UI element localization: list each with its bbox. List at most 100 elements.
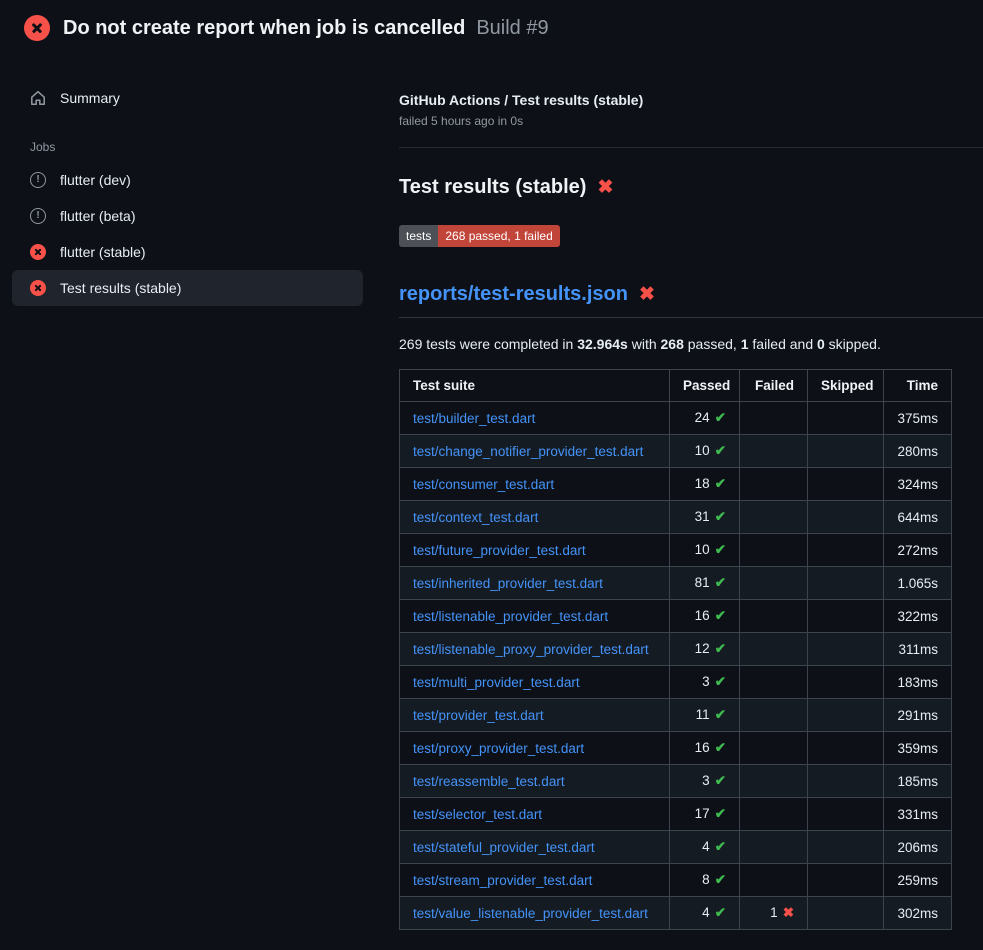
summary-passed: 268 xyxy=(661,336,684,352)
skipped-cell xyxy=(808,567,884,600)
suite-link[interactable]: test/change_notifier_provider_test.dart xyxy=(413,444,643,459)
table-row: test/value_listenable_provider_test.dart… xyxy=(400,897,952,930)
time-cell: 302ms xyxy=(884,897,952,930)
sidebar-item-flutter-beta[interactable]: ! flutter (beta) xyxy=(12,198,363,234)
failed-status-icon xyxy=(30,244,46,260)
build-number: Build #9 xyxy=(476,17,548,40)
job-label: flutter (stable) xyxy=(60,244,146,260)
warning-icon: ! xyxy=(30,172,46,188)
suite-cell: test/stateful_provider_test.dart xyxy=(400,831,670,864)
check-icon: ✔ xyxy=(715,740,726,755)
skipped-cell xyxy=(808,897,884,930)
skipped-cell xyxy=(808,534,884,567)
page-title: Do not create report when job is cancell… xyxy=(63,17,465,40)
suite-link[interactable]: test/future_provider_test.dart xyxy=(413,543,586,558)
suite-cell: test/proxy_provider_test.dart xyxy=(400,732,670,765)
sidebar-item-flutter-dev[interactable]: ! flutter (dev) xyxy=(12,162,363,198)
failed-cross-icon: ✖ xyxy=(597,178,613,197)
time-cell: 259ms xyxy=(884,864,952,897)
suite-link[interactable]: test/multi_provider_test.dart xyxy=(413,675,580,690)
skipped-cell xyxy=(808,501,884,534)
home-icon xyxy=(30,90,46,106)
passed-cell: 8✔ xyxy=(670,864,740,897)
table-row: test/stateful_provider_test.dart4✔206ms xyxy=(400,831,952,864)
skipped-cell xyxy=(808,864,884,897)
table-row: test/context_test.dart 31✔ 644ms xyxy=(400,501,952,534)
suite-link[interactable]: test/context_test.dart xyxy=(413,510,538,525)
time-cell: 1.065s xyxy=(884,567,952,600)
passed-cell: 10✔ xyxy=(670,435,740,468)
time-cell: 644ms xyxy=(884,501,952,534)
suite-link[interactable]: test/reassemble_test.dart xyxy=(413,774,565,789)
check-icon: ✔ xyxy=(715,905,726,920)
summary-duration: 32.964s xyxy=(577,336,628,352)
table-header-row: Test suite Passed Failed Skipped Time xyxy=(400,370,952,402)
jobs-section-label: Jobs xyxy=(12,116,363,162)
header-failed: Failed xyxy=(740,370,808,402)
header-time: Time xyxy=(884,370,952,402)
time-cell: 183ms xyxy=(884,666,952,699)
divider xyxy=(399,147,983,148)
check-icon: ✔ xyxy=(715,575,726,590)
failed-cell xyxy=(740,600,808,633)
test-results-table: Test suite Passed Failed Skipped Time te… xyxy=(399,369,952,930)
suite-cell: test/selector_test.dart xyxy=(400,798,670,831)
sidebar-item-test-results-stable[interactable]: Test results (stable) xyxy=(12,270,363,306)
time-cell: 311ms xyxy=(884,633,952,666)
skipped-cell xyxy=(808,666,884,699)
suite-link[interactable]: test/provider_test.dart xyxy=(413,708,544,723)
suite-cell: test/context_test.dart xyxy=(400,501,670,534)
time-cell: 322ms xyxy=(884,600,952,633)
skipped-cell xyxy=(808,600,884,633)
passed-cell: 17✔ xyxy=(670,798,740,831)
failed-cell xyxy=(740,501,808,534)
sidebar-summary-label: Summary xyxy=(60,90,120,106)
suite-cell: test/reassemble_test.dart xyxy=(400,765,670,798)
summary-skipped: 0 xyxy=(817,336,825,352)
sidebar-item-summary[interactable]: Summary xyxy=(12,80,363,116)
suite-link[interactable]: test/consumer_test.dart xyxy=(413,477,554,492)
suite-cell: test/stream_provider_test.dart xyxy=(400,864,670,897)
header-skipped: Skipped xyxy=(808,370,884,402)
failed-cell xyxy=(740,402,808,435)
suite-link[interactable]: test/listenable_provider_test.dart xyxy=(413,609,608,624)
suite-link[interactable]: test/stateful_provider_test.dart xyxy=(413,840,595,855)
time-cell: 280ms xyxy=(884,435,952,468)
failed-cross-icon: ✖ xyxy=(639,285,655,304)
suite-link[interactable]: test/inherited_provider_test.dart xyxy=(413,576,603,591)
suite-cell: test/value_listenable_provider_test.dart xyxy=(400,897,670,930)
skipped-cell xyxy=(808,831,884,864)
passed-cell: 3✔ xyxy=(670,765,740,798)
table-row: test/selector_test.dart 17✔ 331ms xyxy=(400,798,952,831)
passed-cell: 3✔ xyxy=(670,666,740,699)
sidebar-item-flutter-stable[interactable]: flutter (stable) xyxy=(12,234,363,270)
time-cell: 331ms xyxy=(884,798,952,831)
time-cell: 272ms xyxy=(884,534,952,567)
suite-link[interactable]: test/stream_provider_test.dart xyxy=(413,873,592,888)
failed-cell xyxy=(740,765,808,798)
skipped-cell xyxy=(808,402,884,435)
table-row: test/inherited_provider_test.dart81✔1.06… xyxy=(400,567,952,600)
suite-cell: test/builder_test.dart xyxy=(400,402,670,435)
suite-cell: test/listenable_proxy_provider_test.dart xyxy=(400,633,670,666)
suite-link[interactable]: test/builder_test.dart xyxy=(413,411,535,426)
passed-cell: 31✔ xyxy=(670,501,740,534)
check-icon: ✔ xyxy=(715,674,726,689)
report-heading: reports/test-results.json ✖ xyxy=(399,283,983,318)
check-icon: ✔ xyxy=(715,839,726,854)
check-icon: ✔ xyxy=(715,773,726,788)
time-cell: 185ms xyxy=(884,765,952,798)
passed-cell: 10✔ xyxy=(670,534,740,567)
report-file-link[interactable]: reports/test-results.json xyxy=(399,283,628,306)
suite-link[interactable]: test/value_listenable_provider_test.dart xyxy=(413,906,648,921)
suite-link[interactable]: test/selector_test.dart xyxy=(413,807,542,822)
table-row: test/change_notifier_provider_test.dart 1… xyxy=(400,435,952,468)
job-label: flutter (beta) xyxy=(60,208,135,224)
table-row: test/future_provider_test.dart 10✔ 272ms xyxy=(400,534,952,567)
suite-link[interactable]: test/listenable_proxy_provider_test.dart xyxy=(413,642,649,657)
failed-cell xyxy=(740,468,808,501)
summary-failed: 1 xyxy=(741,336,749,352)
failed-status-icon xyxy=(30,280,46,296)
suite-link[interactable]: test/proxy_provider_test.dart xyxy=(413,741,584,756)
check-icon: ✔ xyxy=(715,509,726,524)
